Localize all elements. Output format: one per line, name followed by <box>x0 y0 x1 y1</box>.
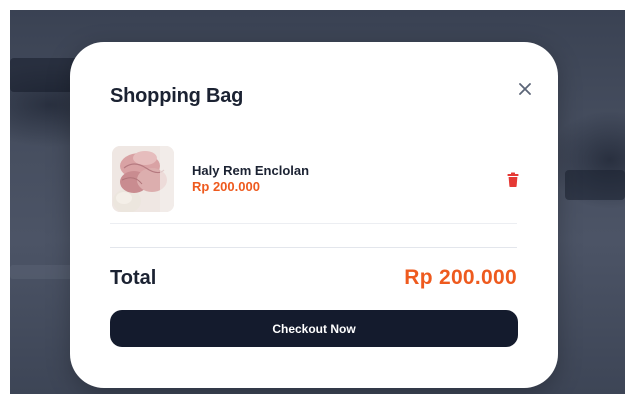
delete-item-button[interactable] <box>506 172 520 188</box>
item-price: Rp 200.000 <box>192 179 260 194</box>
shopping-bag-modal: Shopping Bag Haly Rem Enclolan Rp 200.00… <box>70 42 558 388</box>
checkout-button[interactable]: Checkout Now <box>110 310 518 347</box>
backdrop-shape <box>565 170 625 200</box>
close-button[interactable] <box>515 79 535 99</box>
item-name[interactable]: Haly Rem Enclolan <box>192 163 309 178</box>
product-image[interactable] <box>112 146 174 212</box>
total-value: Rp 200.000 <box>404 266 517 289</box>
close-icon <box>519 83 531 95</box>
total-label: Total <box>110 267 157 289</box>
trash-icon <box>507 172 519 187</box>
cart-item: Haly Rem Enclolan Rp 200.000 <box>110 143 520 224</box>
divider <box>110 247 517 248</box>
modal-title: Shopping Bag <box>110 85 244 107</box>
